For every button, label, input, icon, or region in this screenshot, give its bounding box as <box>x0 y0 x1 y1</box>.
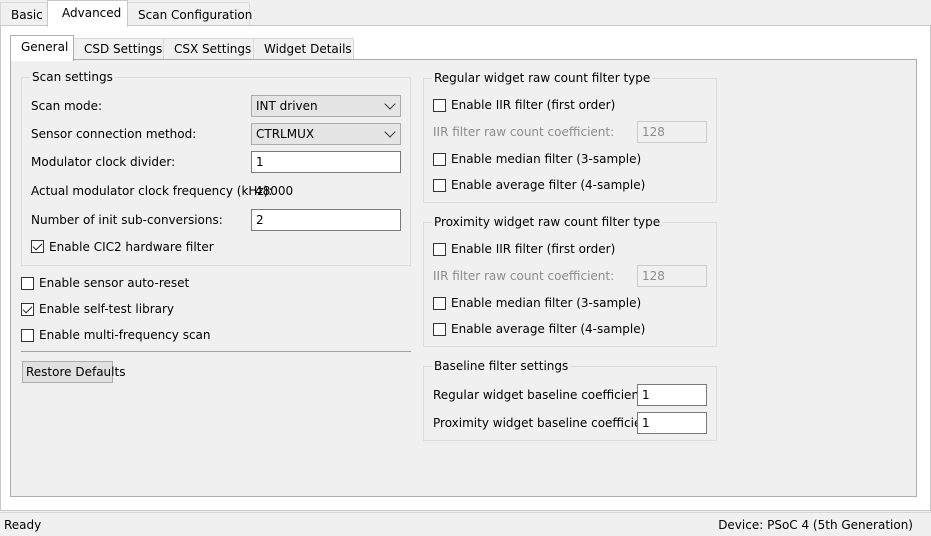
proximity-average-checkbox[interactable] <box>433 323 446 336</box>
proximity-iir-label: Enable IIR filter (first order) <box>451 242 616 256</box>
regular-average-checkbox[interactable] <box>433 179 446 192</box>
proximity-iir-coef-label: IIR filter raw count coefficient: <box>433 269 615 283</box>
regular-average-label: Enable average filter (4-sample) <box>451 178 646 192</box>
scan-mode-label: Scan mode: <box>31 99 103 113</box>
regular-iir-coef-input[interactable]: 128 <box>637 121 707 143</box>
proximity-baseline-input[interactable]: 1 <box>637 412 707 434</box>
chevron-down-icon <box>384 98 396 110</box>
regular-iir-coef-label: IIR filter raw count coefficient: <box>433 125 615 139</box>
multi-frequency-checkbox[interactable] <box>21 329 34 342</box>
init-subconversions-input[interactable]: 2 <box>251 209 401 231</box>
regular-median-label: Enable median filter (3-sample) <box>451 152 642 166</box>
proximity-average-label: Enable average filter (4-sample) <box>451 322 646 336</box>
modulator-clock-divider-input[interactable]: 1 <box>251 151 401 173</box>
tab-general[interactable]: General <box>10 35 74 61</box>
restore-defaults-button[interactable]: Restore Defaults <box>22 361 125 383</box>
sensor-connection-label: Sensor connection method: <box>31 127 197 141</box>
tab-csx-settings[interactable]: CSX Settings <box>163 38 254 60</box>
proximity-iir-coef-input[interactable]: 128 <box>637 265 707 287</box>
regular-baseline-input[interactable]: 1 <box>637 384 707 406</box>
tab-scan-configuration[interactable]: Scan Configuration <box>127 2 252 26</box>
self-test-label: Enable self-test library <box>39 302 175 316</box>
proximity-filter-title: Proximity widget raw count filter type <box>432 215 663 229</box>
proximity-baseline-label: Proximity widget baseline coefficient: <box>433 416 658 430</box>
multi-frequency-label: Enable multi-frequency scan <box>39 328 211 342</box>
proximity-median-label: Enable median filter (3-sample) <box>451 296 642 310</box>
regular-median-checkbox[interactable] <box>433 153 446 166</box>
actual-frequency-label: Actual modulator clock frequency (kHz): <box>31 184 273 198</box>
tab-csd-settings[interactable]: CSD Settings <box>73 38 164 60</box>
tab-advanced[interactable]: Advanced <box>47 0 128 27</box>
regular-baseline-label: Regular widget baseline coefficient: <box>433 388 648 402</box>
chevron-down-icon <box>384 126 396 138</box>
proximity-iir-checkbox[interactable] <box>433 243 446 256</box>
modulator-clock-divider-label: Modulator clock divider: <box>31 155 176 169</box>
auto-reset-checkbox[interactable] <box>21 277 34 290</box>
scan-mode-select[interactable]: INT driven <box>251 95 401 117</box>
device-label: Device: PSoC 4 (5th Generation) <box>718 518 913 532</box>
regular-iir-label: Enable IIR filter (first order) <box>451 98 616 112</box>
status-text: Ready <box>4 518 42 532</box>
separator <box>21 351 411 352</box>
scan-settings-title: Scan settings <box>30 70 115 84</box>
sensor-connection-select[interactable]: CTRLMUX <box>251 123 401 145</box>
tab-widget-details[interactable]: Widget Details <box>253 38 354 60</box>
baseline-filter-title: Baseline filter settings <box>432 359 571 373</box>
regular-iir-checkbox[interactable] <box>433 99 446 112</box>
actual-frequency-value: 48000 <box>255 184 294 198</box>
cic2-filter-label: Enable CIC2 hardware filter <box>49 240 214 254</box>
proximity-median-checkbox[interactable] <box>433 297 446 310</box>
init-subconversions-label: Number of init sub-conversions: <box>31 213 223 227</box>
regular-filter-title: Regular widget raw count filter type <box>432 71 653 85</box>
sensor-connection-value: CTRLMUX <box>256 127 315 141</box>
cic2-filter-checkbox[interactable] <box>31 240 44 253</box>
status-bar: Ready Device: PSoC 4 (5th Generation) <box>0 512 931 536</box>
top-tab-bar: Basic Advanced Scan Configuration <box>0 0 931 27</box>
auto-reset-label: Enable sensor auto-reset <box>39 276 190 290</box>
self-test-checkbox[interactable] <box>21 303 34 316</box>
scan-mode-value: INT driven <box>256 99 318 113</box>
tab-basic[interactable]: Basic <box>0 2 48 26</box>
